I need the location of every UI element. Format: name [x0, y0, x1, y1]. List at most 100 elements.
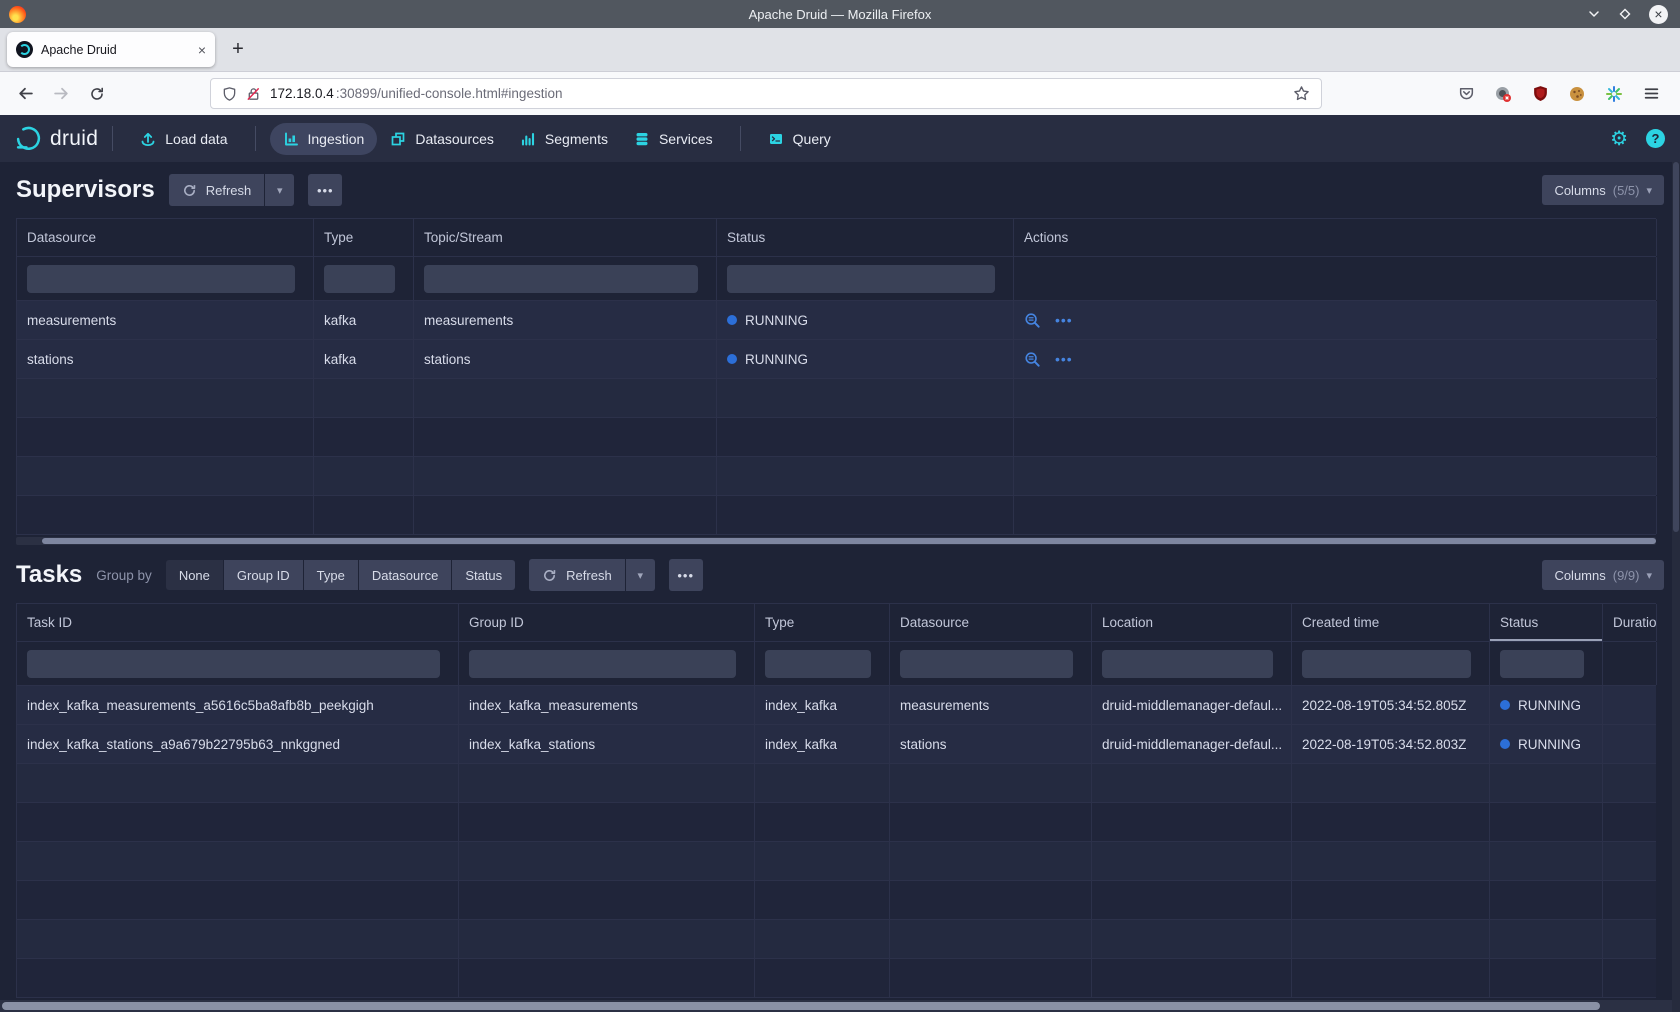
supervisors-refresh-caret-button[interactable]: ▾: [265, 174, 294, 206]
nav-item-ingestion[interactable]: Ingestion: [270, 123, 378, 155]
tasks-columns-button[interactable]: Columns (9/9) ▾: [1542, 560, 1664, 590]
druid-navbar: druid Load data Ingestion Datasources Se…: [0, 115, 1680, 162]
created-time-cell: 2022-08-19T05:34:52.803Z: [1292, 725, 1490, 763]
column-header[interactable]: Type: [314, 219, 414, 256]
column-header-sorted[interactable]: Status: [1490, 604, 1603, 641]
detail-magnifier-icon[interactable]: [1024, 312, 1041, 329]
ingestion-icon: [283, 131, 299, 147]
colorful-extension-icon[interactable]: [1599, 79, 1629, 109]
tasks-refresh-button[interactable]: Refresh: [529, 559, 625, 591]
url-bar[interactable]: 172.18.0.4:30899/unified-console.html#in…: [210, 78, 1322, 109]
nav-item-segments[interactable]: Segments: [507, 123, 621, 155]
refresh-icon: [182, 183, 197, 198]
bookmark-star-icon[interactable]: [1293, 85, 1310, 102]
location-filter-input[interactable]: [1102, 650, 1273, 678]
column-header[interactable]: Group ID: [459, 604, 755, 641]
supervisors-refresh-button[interactable]: Refresh: [169, 174, 265, 206]
pocket-icon[interactable]: [1451, 79, 1481, 109]
column-header[interactable]: Topic/Stream: [414, 219, 717, 256]
back-icon[interactable]: [10, 79, 40, 109]
status-cell: RUNNING: [717, 301, 1014, 339]
supervisors-columns-button[interactable]: Columns (5/5) ▾: [1542, 175, 1664, 205]
status-filter-input[interactable]: [1500, 650, 1584, 678]
status-dot-icon: [727, 315, 737, 325]
group-by-button-group: None Group ID Type Datasource Status: [166, 560, 515, 590]
supervisors-horizontal-scrollbar[interactable]: [16, 537, 1656, 545]
settings-gear-icon[interactable]: ⚙: [1610, 129, 1628, 149]
supervisors-filter-row: [16, 257, 1656, 301]
column-header[interactable]: Status: [717, 219, 1014, 256]
type-filter-input[interactable]: [765, 650, 871, 678]
topic-cell: measurements: [414, 301, 717, 339]
nav-item-label: Datasources: [415, 131, 494, 147]
column-header[interactable]: Duration: [1603, 604, 1657, 641]
window-titlebar: Apache Druid — Mozilla Firefox ×: [0, 0, 1680, 28]
cookie-extension-icon[interactable]: [1562, 79, 1592, 109]
column-header[interactable]: Datasource: [17, 219, 314, 256]
created-time-filter-input[interactable]: [1302, 650, 1471, 678]
duration-cell: [1603, 725, 1656, 763]
nav-divider: [112, 126, 113, 151]
group-by-status-button[interactable]: Status: [452, 560, 515, 590]
window-title: Apache Druid — Mozilla Firefox: [0, 7, 1680, 22]
row-more-icon[interactable]: •••: [1055, 312, 1073, 328]
type-filter-input[interactable]: [324, 265, 395, 293]
detail-magnifier-icon[interactable]: [1024, 351, 1041, 368]
row-more-icon[interactable]: •••: [1055, 351, 1073, 367]
tab-close-icon[interactable]: ×: [198, 42, 206, 58]
ublock-origin-icon[interactable]: [1525, 79, 1555, 109]
column-header[interactable]: Task ID: [17, 604, 459, 641]
datasource-filter-input[interactable]: [900, 650, 1073, 678]
minimize-icon[interactable]: [1587, 7, 1601, 21]
tracking-shield-icon[interactable]: [222, 86, 237, 102]
datasource-filter-input[interactable]: [27, 265, 295, 293]
empty-row: [16, 803, 1656, 842]
vertical-scrollbar[interactable]: [1672, 162, 1680, 1012]
group-by-datasource-button[interactable]: Datasource: [359, 560, 451, 590]
tasks-table-body: index_kafka_measurements_a5616c5ba8afb8b…: [16, 686, 1656, 998]
type-cell: index_kafka: [755, 686, 890, 724]
tasks-horizontal-scrollbar[interactable]: [0, 1000, 1672, 1012]
column-header[interactable]: Actions: [1014, 219, 1657, 256]
column-header[interactable]: Datasource: [890, 604, 1092, 641]
new-tab-button[interactable]: +: [223, 34, 253, 64]
group-by-none-button[interactable]: None: [166, 560, 223, 590]
refresh-label: Refresh: [566, 568, 612, 583]
druid-brand[interactable]: druid: [15, 125, 98, 152]
nav-item-load-data[interactable]: Load data: [127, 123, 240, 155]
task-id-filter-input[interactable]: [27, 650, 440, 678]
tasks-refresh-caret-button[interactable]: ▾: [626, 559, 655, 591]
column-header[interactable]: Created time: [1292, 604, 1490, 641]
services-icon: [634, 131, 650, 147]
reload-icon[interactable]: [82, 79, 112, 109]
browser-tab-apache-druid[interactable]: Apache Druid ×: [7, 32, 215, 67]
status-cell: RUNNING: [1490, 725, 1603, 763]
tasks-more-button[interactable]: •••: [669, 559, 703, 591]
duration-cell: [1603, 686, 1656, 724]
help-icon[interactable]: ?: [1646, 129, 1665, 148]
nav-item-datasources[interactable]: Datasources: [377, 123, 507, 155]
status-filter-input[interactable]: [727, 265, 995, 293]
supervisors-more-button[interactable]: •••: [308, 174, 342, 206]
supervisors-header-row: Datasource Type Topic/Stream Status Acti…: [16, 218, 1656, 257]
group-by-type-button[interactable]: Type: [304, 560, 358, 590]
nav-item-query[interactable]: Query: [755, 123, 844, 155]
status-dot-icon: [1500, 700, 1510, 710]
forward-icon[interactable]: [46, 79, 76, 109]
datasource-cell: measurements: [17, 301, 314, 339]
created-time-cell: 2022-08-19T05:34:52.805Z: [1292, 686, 1490, 724]
group-by-group-id-button[interactable]: Group ID: [224, 560, 303, 590]
empty-row: [16, 457, 1656, 496]
topic-filter-input[interactable]: [424, 265, 698, 293]
column-header[interactable]: Type: [755, 604, 890, 641]
insecure-lock-icon[interactable]: [246, 86, 261, 102]
privacy-extension-icon[interactable]: [1488, 79, 1518, 109]
menu-hamburger-icon[interactable]: [1636, 79, 1666, 109]
column-header[interactable]: Location: [1092, 604, 1292, 641]
tab-title: Apache Druid: [41, 43, 190, 57]
nav-item-services[interactable]: Services: [621, 123, 726, 155]
druid-favicon-icon: [16, 41, 33, 58]
maximize-icon[interactable]: [1618, 7, 1632, 21]
group-id-filter-input[interactable]: [469, 650, 736, 678]
close-icon[interactable]: ×: [1649, 5, 1668, 24]
